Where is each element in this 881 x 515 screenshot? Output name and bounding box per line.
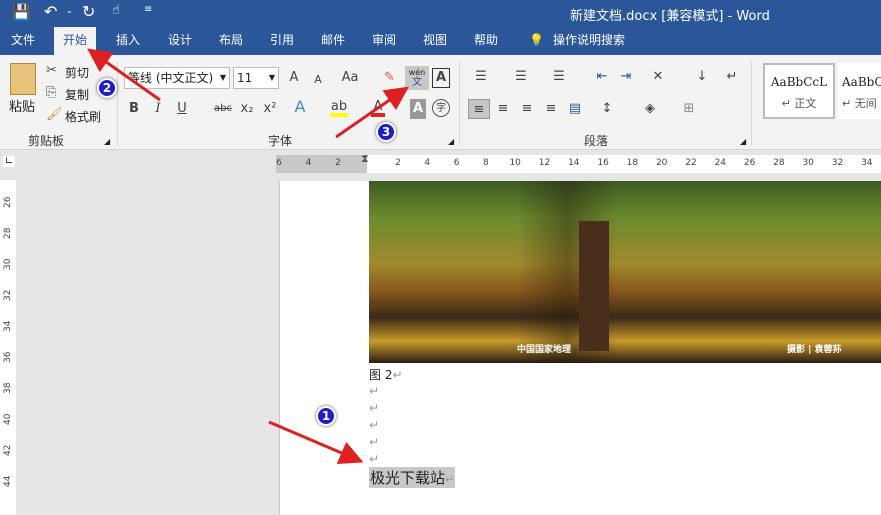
step-badge-1: 1 [316,406,336,426]
annotation-arrows [87,48,409,464]
arrow-to-selected-text [268,420,364,464]
step-badge-2: 2 [97,78,117,98]
step-badge-3: 3 [376,122,396,142]
